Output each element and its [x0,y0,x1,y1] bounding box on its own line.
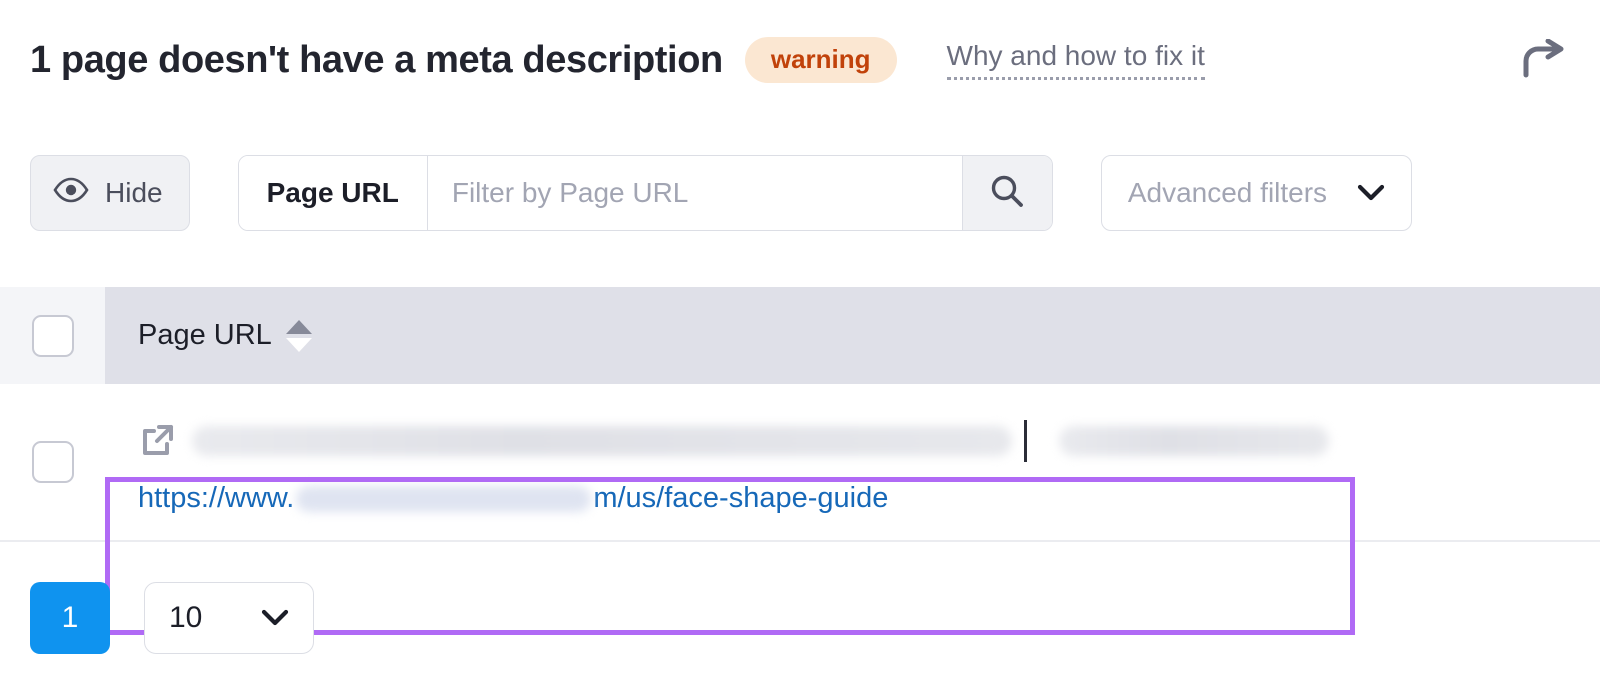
chevron-down-icon [1357,177,1385,209]
column-header-label: Page URL [138,319,272,351]
select-all-checkbox[interactable] [31,314,74,357]
filters-toolbar: Hide Page URL Advanced filters [30,155,1413,231]
per-page-value: 10 [169,601,203,634]
share-button[interactable] [1516,32,1572,88]
pagination: 1 10 [30,582,314,654]
redacted-domain [296,485,592,512]
eye-icon [53,177,89,210]
issue-header: 1 page doesn't have a meta description w… [0,0,1600,120]
row-page-url-cell: https://www. m/us/face-shape-guide [105,384,1600,540]
issue-detail-page: 1 page doesn't have a meta description w… [0,0,1600,686]
page-url-filter-group: Page URL [237,155,1053,231]
table-body: https://www. m/us/face-shape-guide [0,384,1600,635]
advanced-filters-label: Advanced filters [1127,177,1328,208]
chevron-down-icon [261,601,289,635]
column-header-page-url[interactable]: Page URL [105,287,1600,384]
results-table: Page URL https://www. m/us/face-shape-gu… [0,287,1600,635]
search-icon [987,172,1027,215]
share-arrow-icon [1521,38,1567,82]
page-title-line [138,418,1600,464]
filter-field-selector[interactable]: Page URL [238,156,428,230]
table-row[interactable]: https://www. m/us/face-shape-guide [0,384,1600,542]
page-url-suffix: m/us/face-shape-guide [593,482,889,514]
select-all-cell [0,287,105,384]
title-separator [1024,420,1027,462]
sort-descending-arrow [285,337,312,352]
hide-button-label: Hide [105,177,163,208]
sort-arrows-icon[interactable] [285,319,312,352]
row-select-cell [0,384,105,540]
search-button[interactable] [961,156,1052,230]
external-link-icon[interactable] [138,422,176,460]
hide-button[interactable]: Hide [30,155,190,231]
why-and-how-to-fix-it-link[interactable]: Why and how to fix it [946,40,1205,80]
per-page-selector[interactable]: 10 [144,582,314,654]
pagination-page-1[interactable]: 1 [30,582,110,654]
table-header-row: Page URL [0,287,1600,384]
sort-ascending-arrow [285,319,312,334]
redacted-brand-name [1059,426,1329,456]
page-title: 1 page doesn't have a meta description [30,38,723,81]
redacted-page-title [192,426,1012,456]
row-checkbox[interactable] [31,441,74,483]
status-badge: warning [744,37,897,83]
page-url-link[interactable]: https://www. m/us/face-shape-guide [138,482,1600,515]
page-url-prefix: https://www. [138,482,295,514]
search-input[interactable] [427,156,962,230]
advanced-filters-dropdown[interactable]: Advanced filters [1100,155,1413,231]
